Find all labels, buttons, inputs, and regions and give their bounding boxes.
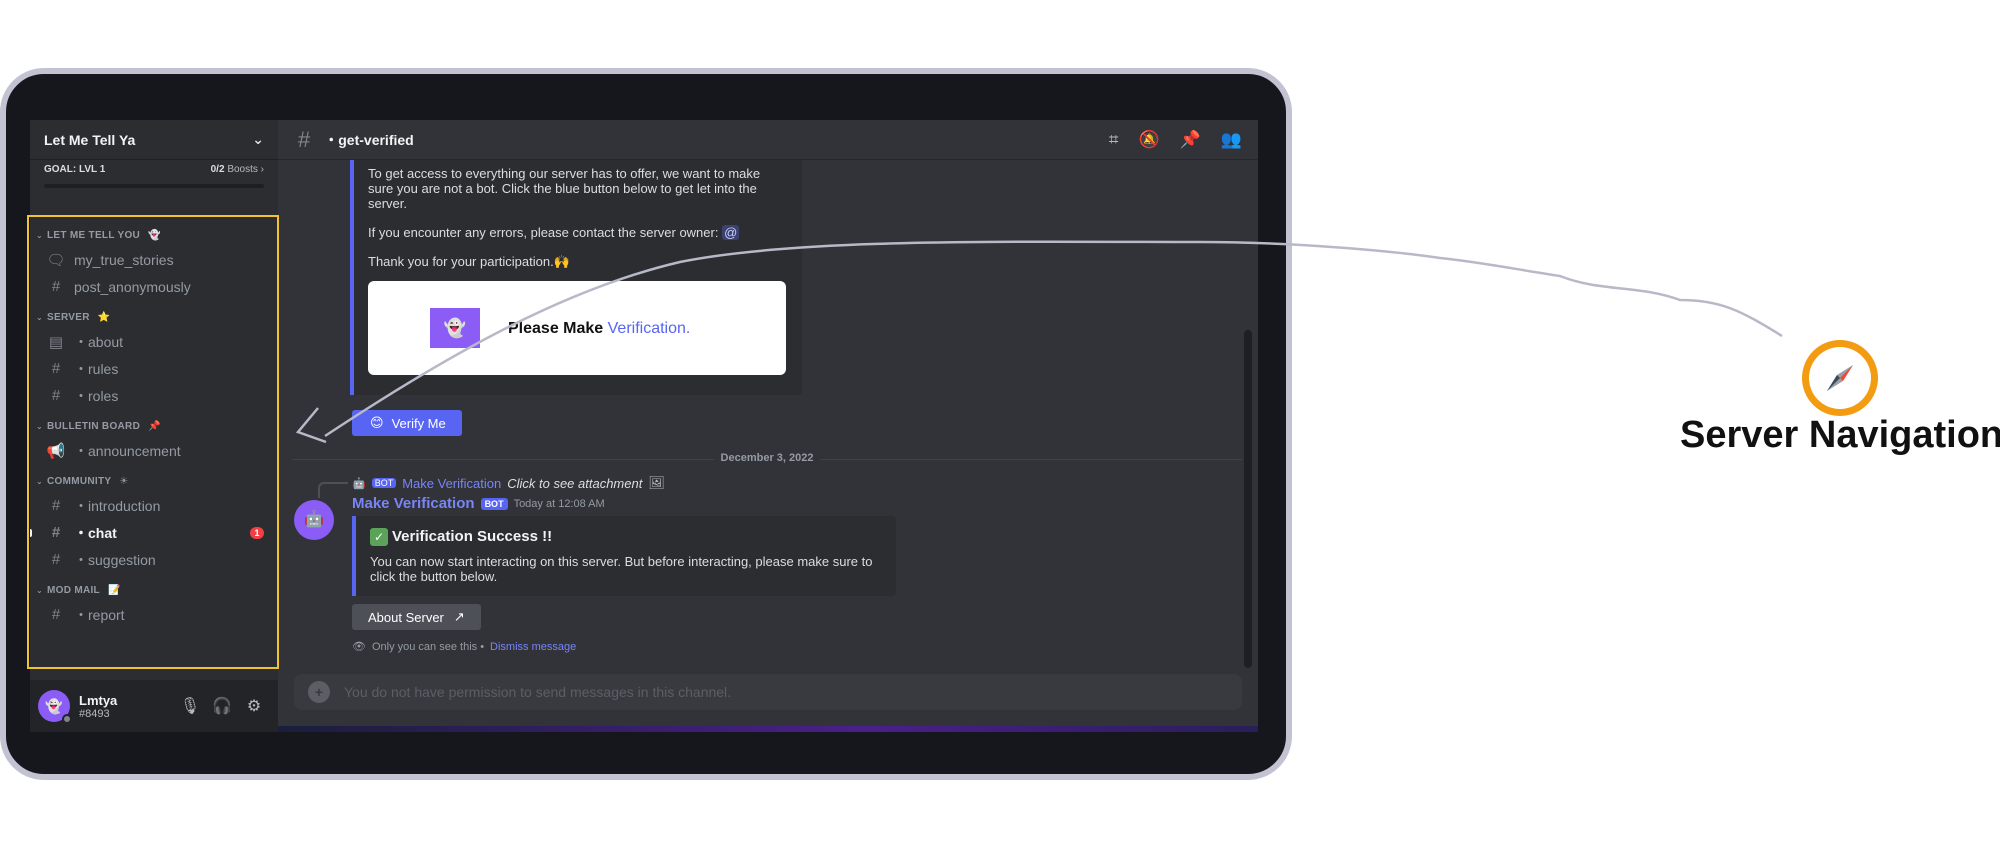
mention[interactable]: @ [722, 225, 740, 240]
message-list: To get access to everything our server h… [278, 160, 1258, 680]
embed-title: Verification Success !! [392, 528, 553, 545]
threads-icon[interactable]: ⌗ [1109, 130, 1119, 150]
compass-icon [1802, 340, 1878, 416]
dismiss-link[interactable]: Dismiss message [490, 641, 576, 653]
bot-tag: BOT [480, 497, 508, 510]
check-icon: ✓ [370, 528, 388, 546]
embed-paragraph: To get access to everything our server h… [368, 166, 761, 211]
annotation-label: Server Navigation [1680, 414, 2000, 456]
bot-logo-icon: 👻 [430, 308, 480, 348]
image-icon: 🖼 [648, 475, 665, 490]
members-icon[interactable]: 👥 [1221, 130, 1242, 150]
reply-avatar-icon: 🤖 [352, 477, 366, 490]
date-divider: December 3, 2022 [292, 452, 1242, 466]
external-link-icon: ↗ [453, 609, 465, 624]
reply-text: Click to see attachment [507, 475, 643, 491]
ephemeral-text: Only you can see this • [371, 640, 485, 653]
username: Lmtya [79, 692, 118, 708]
server-header[interactable]: Let Me Tell Ya ⌄ [30, 120, 278, 160]
verify-label: Verify Me [391, 415, 446, 431]
card-text: Please Make [508, 319, 604, 337]
bot-tag: BOT [371, 478, 397, 488]
hash-icon: # [298, 126, 311, 152]
verify-button[interactable]: 😊 Verify Me [352, 410, 462, 436]
composer-placeholder: You do not have permission to send messa… [344, 684, 732, 700]
reply-author[interactable]: Make Verification [402, 476, 501, 491]
bottom-strip [278, 726, 1258, 732]
boost-progress[interactable]: GOAL: LVL 1 0/2 Boosts › [44, 164, 264, 200]
embed-body: You can now start interacting on this se… [370, 554, 873, 584]
success-embed: ✓ Verification Success !! You can now sta… [352, 516, 896, 596]
date-label: December 3, 2022 [714, 452, 820, 464]
eye-icon: 👁 [352, 641, 366, 653]
about-label: About Server [368, 609, 444, 625]
card-highlight: Verification. [607, 319, 691, 337]
embed-paragraph: Thank you for your participation.🙌 [368, 254, 570, 269]
boost-count: 0/2 [210, 164, 225, 175]
face-icon: 😊 [370, 415, 384, 430]
plus-icon: + [308, 681, 330, 703]
reply-preview[interactable]: 🤖 BOT Make Verification Click to see att… [352, 475, 665, 491]
mute-icon[interactable]: 🎙 [174, 696, 206, 716]
user-tag: #8493 [79, 707, 110, 720]
verification-card-image[interactable]: 👻 Please Make Verification. [368, 281, 786, 375]
server-name: Let Me Tell Ya [44, 131, 136, 148]
user-panel: 👻 Lmtya #8493 🎙 🎧 ⚙ [30, 680, 278, 732]
boost-bar [44, 184, 264, 188]
about-server-button[interactable]: About Server ↗ [352, 604, 481, 630]
embed-paragraph: If you encounter any errors, please cont… [368, 225, 719, 240]
status-dot [62, 714, 72, 724]
headphones-icon[interactable]: 🎧 [206, 696, 238, 716]
bot-avatar[interactable]: 🤖 [294, 500, 334, 540]
channel-name: ・get-verified [324, 131, 414, 148]
boost-label: Boosts [227, 164, 258, 175]
pin-icon[interactable]: 📌 [1180, 130, 1201, 150]
gear-icon[interactable]: ⚙ [238, 696, 270, 716]
ephemeral-notice: 👁 Only you can see this • Dismiss messag… [352, 640, 576, 654]
message-composer: + You do not have permission to send mes… [294, 674, 1242, 710]
notification-icon[interactable]: 🔕 [1138, 130, 1159, 150]
message-header: Make Verification BOT Today at 12:08 AM [352, 495, 605, 512]
timestamp: Today at 12:08 AM [513, 497, 605, 510]
reply-connector [318, 482, 348, 498]
channel-header: # ・get-verified ⌗ 🔕 📌 👥 [278, 120, 1258, 160]
scrollbar[interactable] [1244, 330, 1252, 668]
server-navigation-highlight [27, 215, 279, 669]
boost-goal: GOAL: LVL 1 [44, 164, 106, 175]
welcome-embed: To get access to everything our server h… [350, 160, 802, 395]
avatar[interactable]: 👻 [38, 690, 72, 724]
message-author[interactable]: Make Verification [352, 495, 475, 512]
chevron-down-icon[interactable]: ⌄ [252, 131, 264, 148]
